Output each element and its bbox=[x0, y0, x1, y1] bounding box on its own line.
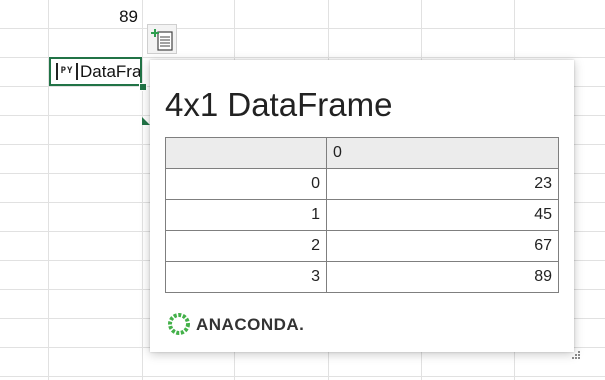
cell-value[interactable]: 89 bbox=[90, 6, 138, 28]
dataframe-card: 4x1 DataFrame 0 0 23 1 45 2 67 3 89 ANAC… bbox=[150, 60, 574, 352]
row-index: 0 bbox=[165, 168, 327, 200]
anaconda-ring-icon bbox=[168, 313, 190, 335]
card-title: 4x1 DataFrame bbox=[165, 86, 393, 123]
table-row: 3 89 bbox=[165, 261, 559, 293]
table-header-cell bbox=[165, 137, 327, 169]
table-row: 1 45 bbox=[165, 199, 559, 231]
row-value: 89 bbox=[326, 261, 559, 293]
cell-text: DataFrame bbox=[80, 62, 142, 81]
row-value: 67 bbox=[326, 230, 559, 262]
table-row: 2 67 bbox=[165, 230, 559, 262]
python-badge-icon: PY bbox=[56, 63, 78, 80]
fill-handle[interactable] bbox=[139, 83, 147, 91]
insert-data-icon bbox=[151, 29, 173, 51]
row-value: 23 bbox=[326, 168, 559, 200]
table-row: 0 23 bbox=[165, 168, 559, 200]
row-index: 3 bbox=[165, 261, 327, 293]
table-header-cell: 0 bbox=[326, 137, 559, 169]
grid-line bbox=[0, 376, 605, 377]
cell-marker-icon bbox=[142, 117, 150, 125]
brand-name: ANACONDA. bbox=[196, 315, 305, 334]
dataframe-table: 0 0 23 1 45 2 67 3 89 bbox=[165, 137, 559, 293]
row-index: 2 bbox=[165, 230, 327, 262]
table-header-row: 0 bbox=[165, 137, 559, 169]
selected-python-cell[interactable]: PY DataFrame bbox=[49, 57, 142, 86]
insert-data-button[interactable] bbox=[147, 24, 177, 54]
row-index: 1 bbox=[165, 199, 327, 231]
grid-line bbox=[0, 28, 605, 29]
row-value: 45 bbox=[326, 199, 559, 231]
resize-grip-icon[interactable] bbox=[572, 351, 582, 361]
